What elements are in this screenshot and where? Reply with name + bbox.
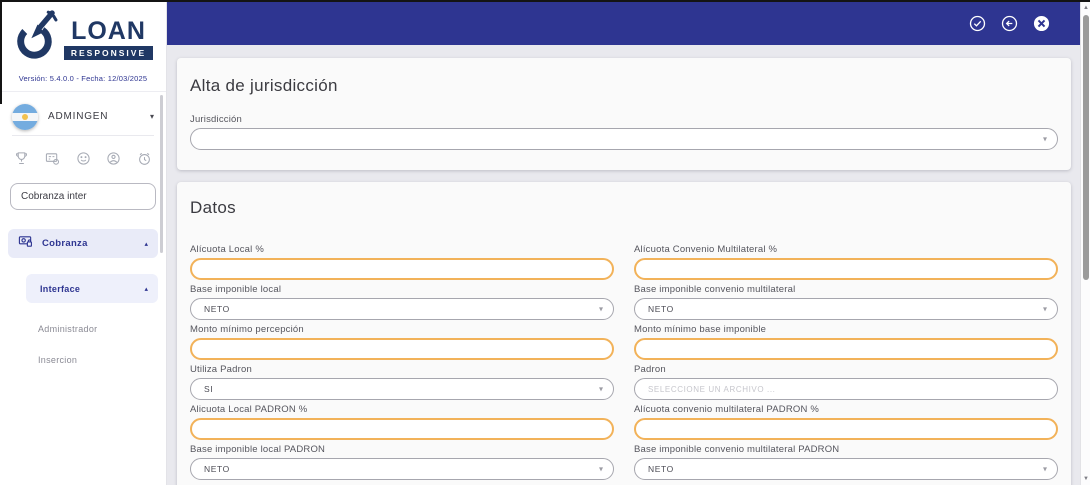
al-cuota-convenio-multilateral-padron-input[interactable] <box>634 418 1058 440</box>
select-value: NETO <box>648 464 674 474</box>
user-circle-icon[interactable] <box>106 151 121 166</box>
alarm-icon[interactable] <box>137 151 152 166</box>
sidebar-item-insercion[interactable]: Insercion <box>0 355 166 365</box>
quick-icons-row <box>14 151 152 166</box>
select-value: NETO <box>648 304 674 314</box>
modules-icon[interactable] <box>45 151 60 166</box>
search-input[interactable] <box>10 183 156 210</box>
chevron-down-icon: ▾ <box>1042 464 1047 474</box>
field-label: Base imponible convenio multilateral <box>634 284 796 295</box>
monto-m-nimo-base-imponible-input[interactable] <box>634 338 1058 360</box>
field-label: Alícuota Local % <box>190 244 264 255</box>
sidebar-item-cobranza[interactable]: Cobranza ▴ <box>8 229 158 258</box>
sidebar: LOAN RESPONSIVE Versión: 5.4.0.0 - Fecha… <box>0 2 167 485</box>
al-cuota-local-input[interactable] <box>190 258 614 280</box>
field-label: Base imponible convenio multilateral PAD… <box>634 444 840 455</box>
base-imponible-local-padron-select[interactable]: NETO ▾ <box>190 458 614 480</box>
field-base-imponible-local: Base imponible local NETO ▾ <box>190 284 614 320</box>
logo-block: LOAN RESPONSIVE Versión: 5.4.0.0 - Fecha… <box>0 2 166 92</box>
chevron-down-icon: ▾ <box>149 112 154 121</box>
scroll-up-icon[interactable]: ▲ <box>1082 5 1090 11</box>
field-label: Monto mínimo base imponible <box>634 324 767 335</box>
field-monto-m-nimo-base-imponible: Monto mínimo base imponible <box>634 324 1058 360</box>
page-title: Alta de jurisdicción <box>190 76 338 95</box>
field-al-cuota-convenio-multilateral-padron: Alícuota convenio multilateral PADRON % <box>634 404 1058 440</box>
field-label: Monto mínimo percepción <box>190 324 304 335</box>
jurisdiccion-select[interactable]: ▾ <box>190 128 1058 150</box>
field-label: Alicuota Local PADRON % <box>190 404 308 415</box>
back-circle-icon[interactable] <box>1001 15 1018 32</box>
field-label: Jurisdicción <box>190 114 243 125</box>
field-label: Utiliza Padron <box>190 364 252 375</box>
field-label: Padron <box>634 364 666 375</box>
chevron-down-icon: ▾ <box>1042 304 1047 314</box>
base-imponible-local-select[interactable]: NETO ▾ <box>190 298 614 320</box>
datos-fields-grid: Alícuota Local % Alícuota Convenio Multil… <box>190 244 1058 485</box>
smiley-icon[interactable] <box>76 151 91 166</box>
window-left-edge <box>0 0 2 104</box>
chevron-down-icon: ▾ <box>1042 134 1047 144</box>
version-text: Versión: 5.4.0.0 - Fecha: 12/03/2025 <box>18 74 148 83</box>
alta-jurisdiccion-card: Alta de jurisdicción Jurisdicción ▾ <box>177 58 1071 170</box>
field-base-imponible-local-padron: Base imponible local PADRON NETO ▾ <box>190 444 614 480</box>
padron-file-input[interactable]: SELECCIONE UN ARCHIVO ... <box>634 378 1058 400</box>
datos-card: Datos Alícuota Local % Alícuota Convenio … <box>177 182 1071 485</box>
argentina-flag-avatar <box>12 103 38 130</box>
select-value: NETO <box>204 304 230 314</box>
field-base-imponible-convenio-multilateral: Base imponible convenio multilateral NETO… <box>634 284 1058 320</box>
sidebar-item-administrador[interactable]: Administrador <box>0 324 166 334</box>
section-title: Datos <box>190 198 236 217</box>
chevron-down-icon: ▾ <box>598 464 603 474</box>
window-top-edge <box>0 0 1090 2</box>
select-value: SI <box>204 384 214 394</box>
alicuota-local-padron-input[interactable] <box>190 418 614 440</box>
field-base-imponible-convenio-multilateral-padron: Base imponible convenio multilateral PAD… <box>634 444 1058 480</box>
user-selector[interactable]: ADMINGEN ▾ <box>12 98 154 136</box>
top-header-bar <box>167 2 1080 45</box>
field-label: Base imponible local PADRON <box>190 444 326 455</box>
confirm-circle-icon[interactable] <box>969 15 986 32</box>
base-imponible-convenio-multilateral-select[interactable]: NETO ▾ <box>634 298 1058 320</box>
field-alicuota-local-padron: Alicuota Local PADRON % <box>190 404 614 440</box>
payment-terminal-icon <box>18 234 33 254</box>
loan-circle-arrow-logo-icon <box>13 10 59 67</box>
al-cuota-convenio-multilateral-input[interactable] <box>634 258 1058 280</box>
sidebar-scrollbar[interactable] <box>160 95 163 253</box>
select-value: NETO <box>204 464 230 474</box>
field-padron: Padron SELECCIONE UN ARCHIVO ... <box>634 364 1058 400</box>
close-circle-icon[interactable] <box>1033 15 1050 32</box>
monto-m-nimo-percepci-n-input[interactable] <box>190 338 614 360</box>
brand-subtitle: RESPONSIVE <box>63 45 154 60</box>
base-imponible-convenio-multilateral-padron-select[interactable]: NETO ▾ <box>634 458 1058 480</box>
field-monto-m-nimo-percepci-n: Monto mínimo percepción <box>190 324 614 360</box>
field-utiliza-padron: Utiliza Padron SI ▾ <box>190 364 614 400</box>
field-label: Alícuota Convenio Multilateral % <box>634 244 778 255</box>
sidebar-item-label: Cobranza <box>42 238 88 249</box>
chevron-up-icon: ▴ <box>144 240 148 248</box>
field-al-cuota-local: Alícuota Local % <box>190 244 614 280</box>
chevron-down-icon: ▾ <box>598 384 603 394</box>
chevron-down-icon: ▾ <box>598 304 603 314</box>
chevron-up-icon: ▴ <box>144 285 148 293</box>
utiliza-padron-select[interactable]: SI ▾ <box>190 378 614 400</box>
file-placeholder: SELECCIONE UN ARCHIVO ... <box>648 384 776 394</box>
field-al-cuota-convenio-multilateral: Alícuota Convenio Multilateral % <box>634 244 1058 280</box>
sidebar-item-label: Interface <box>40 283 81 294</box>
trophy-icon[interactable] <box>14 151 29 166</box>
user-name: ADMINGEN <box>48 111 109 122</box>
vertical-scrollbar[interactable]: ▲ ▼ <box>1080 2 1090 485</box>
field-label: Base imponible local <box>190 284 282 295</box>
sidebar-item-interface[interactable]: Interface ▴ <box>26 274 158 303</box>
field-label: Alícuota convenio multilateral PADRON % <box>634 404 820 415</box>
main-content: Alta de jurisdicción Jurisdicción ▾ Dato… <box>167 45 1080 485</box>
scrollbar-thumb[interactable] <box>1083 15 1089 280</box>
brand-name: LOAN <box>71 16 146 45</box>
scroll-down-icon[interactable]: ▼ <box>1082 476 1090 482</box>
